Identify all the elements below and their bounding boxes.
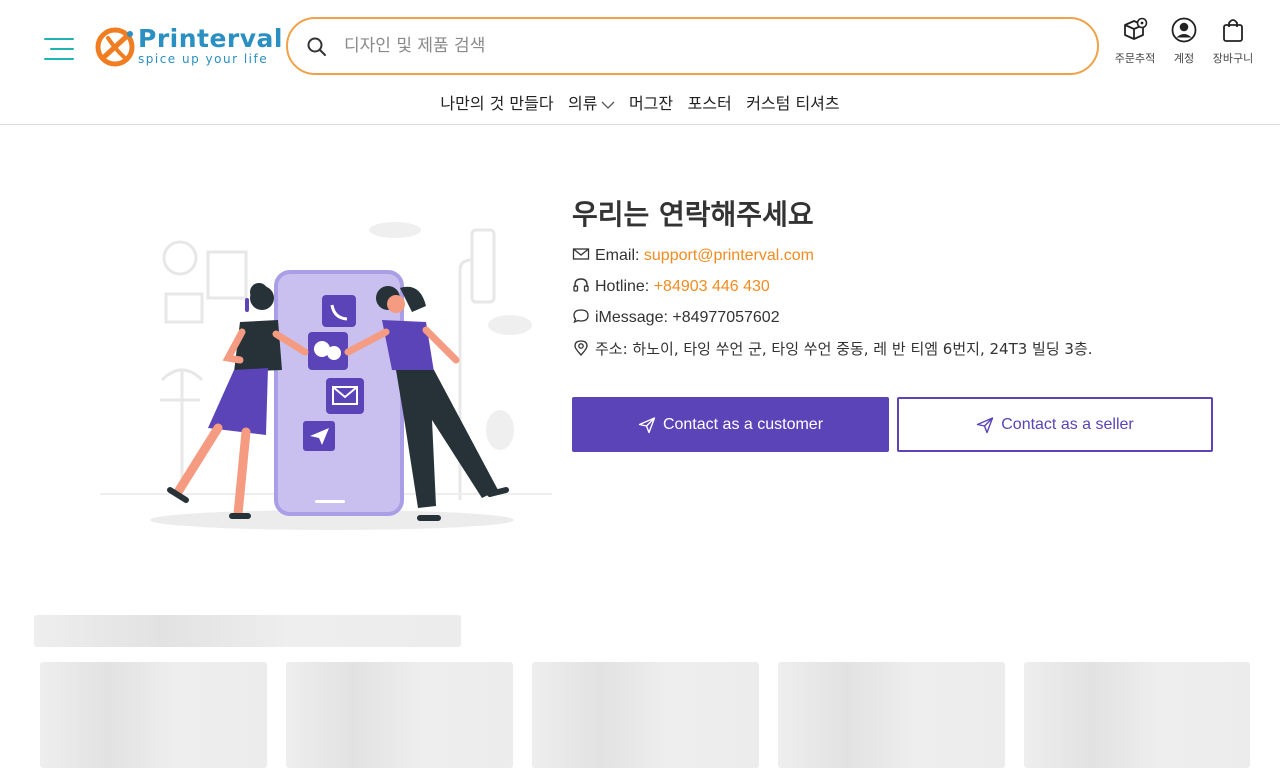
- hotline-link[interactable]: +84903 446 430: [654, 278, 770, 295]
- chevron-down-icon: [601, 101, 614, 109]
- search-icon[interactable]: [306, 36, 328, 58]
- envelope-icon: [572, 248, 590, 260]
- nav-item-posters[interactable]: 포스터: [688, 90, 732, 114]
- search-bar: [286, 17, 1099, 75]
- email-row: Email: support@printerval.com: [572, 245, 814, 267]
- cart-label: 장바구니: [1212, 52, 1254, 65]
- logo-mark-icon: [95, 27, 135, 67]
- chat-bubble-icon: [573, 309, 589, 324]
- imessage-text: iMessage: +84977057602: [595, 309, 780, 326]
- site-header: Printerval spice up your life 주문추적 계정: [0, 0, 1280, 125]
- account-icon: [1171, 17, 1197, 43]
- skeleton-section-title: [34, 615, 461, 647]
- contact-title: 우리는 연락해주세요: [572, 198, 814, 231]
- hotline-label: Hotline:: [595, 278, 650, 295]
- cart-button[interactable]: 장바구니: [1206, 16, 1260, 66]
- skeleton-product-card: [40, 662, 267, 768]
- paper-plane-icon: [638, 416, 656, 433]
- account-label: 계정: [1173, 52, 1195, 65]
- paper-plane-icon: [977, 416, 994, 433]
- nav-item-mugs[interactable]: 머그잔: [629, 90, 673, 114]
- order-tracking-label: 주문추적: [1114, 52, 1156, 65]
- order-tracking-button[interactable]: 주문추적: [1110, 16, 1160, 66]
- location-pin-icon: [574, 340, 588, 356]
- account-button[interactable]: 계정: [1166, 16, 1202, 66]
- cart-icon: [1223, 19, 1243, 42]
- contact-customer-label: Contact as a customer: [662, 415, 824, 433]
- imessage-row: iMessage: +84977057602: [572, 307, 780, 329]
- nav-item-apparel-label: 의류: [568, 94, 598, 113]
- main-nav: 나만의 것 만들다 의류 머그잔 포스터 커스텀 티셔츠: [0, 90, 1280, 116]
- printerval-logo[interactable]: Printerval spice up your life: [94, 24, 283, 72]
- contact-seller-label: Contact as a seller: [1001, 415, 1134, 433]
- email-label: Email:: [595, 247, 640, 264]
- nav-item-create[interactable]: 나만의 것 만들다: [440, 90, 553, 114]
- contact-customer-button[interactable]: Contact as a customer: [572, 397, 889, 452]
- email-link[interactable]: support@printerval.com: [644, 247, 814, 264]
- contact-illustration: [100, 222, 552, 530]
- hamburger-menu-icon[interactable]: [42, 34, 76, 64]
- skeleton-product-card: [1024, 662, 1250, 768]
- nav-item-custom-tshirts[interactable]: 커스텀 티셔츠: [746, 90, 839, 114]
- skeleton-product-card: [778, 662, 1005, 768]
- search-input[interactable]: [344, 31, 1064, 61]
- logo-wordmark: Printerval: [138, 24, 283, 53]
- skeleton-product-card: [286, 662, 513, 768]
- order-tracking-icon: [1124, 17, 1148, 40]
- nav-item-apparel[interactable]: 의류: [568, 90, 614, 114]
- address-text: 주소: 하노이, 타잉 쑤언 군, 타잉 쑤언 중동, 레 반 티엠 6번지, …: [595, 340, 1093, 358]
- address-row: 주소: 하노이, 타잉 쑤언 군, 타잉 쑤언 중동, 레 반 티엠 6번지, …: [572, 338, 1093, 360]
- logo-tagline: spice up your life: [138, 52, 269, 66]
- hotline-row: Hotline: +84903 446 430: [572, 276, 770, 298]
- skeleton-product-card: [532, 662, 759, 768]
- headset-icon: [573, 278, 589, 292]
- contact-seller-button[interactable]: Contact as a seller: [897, 397, 1213, 452]
